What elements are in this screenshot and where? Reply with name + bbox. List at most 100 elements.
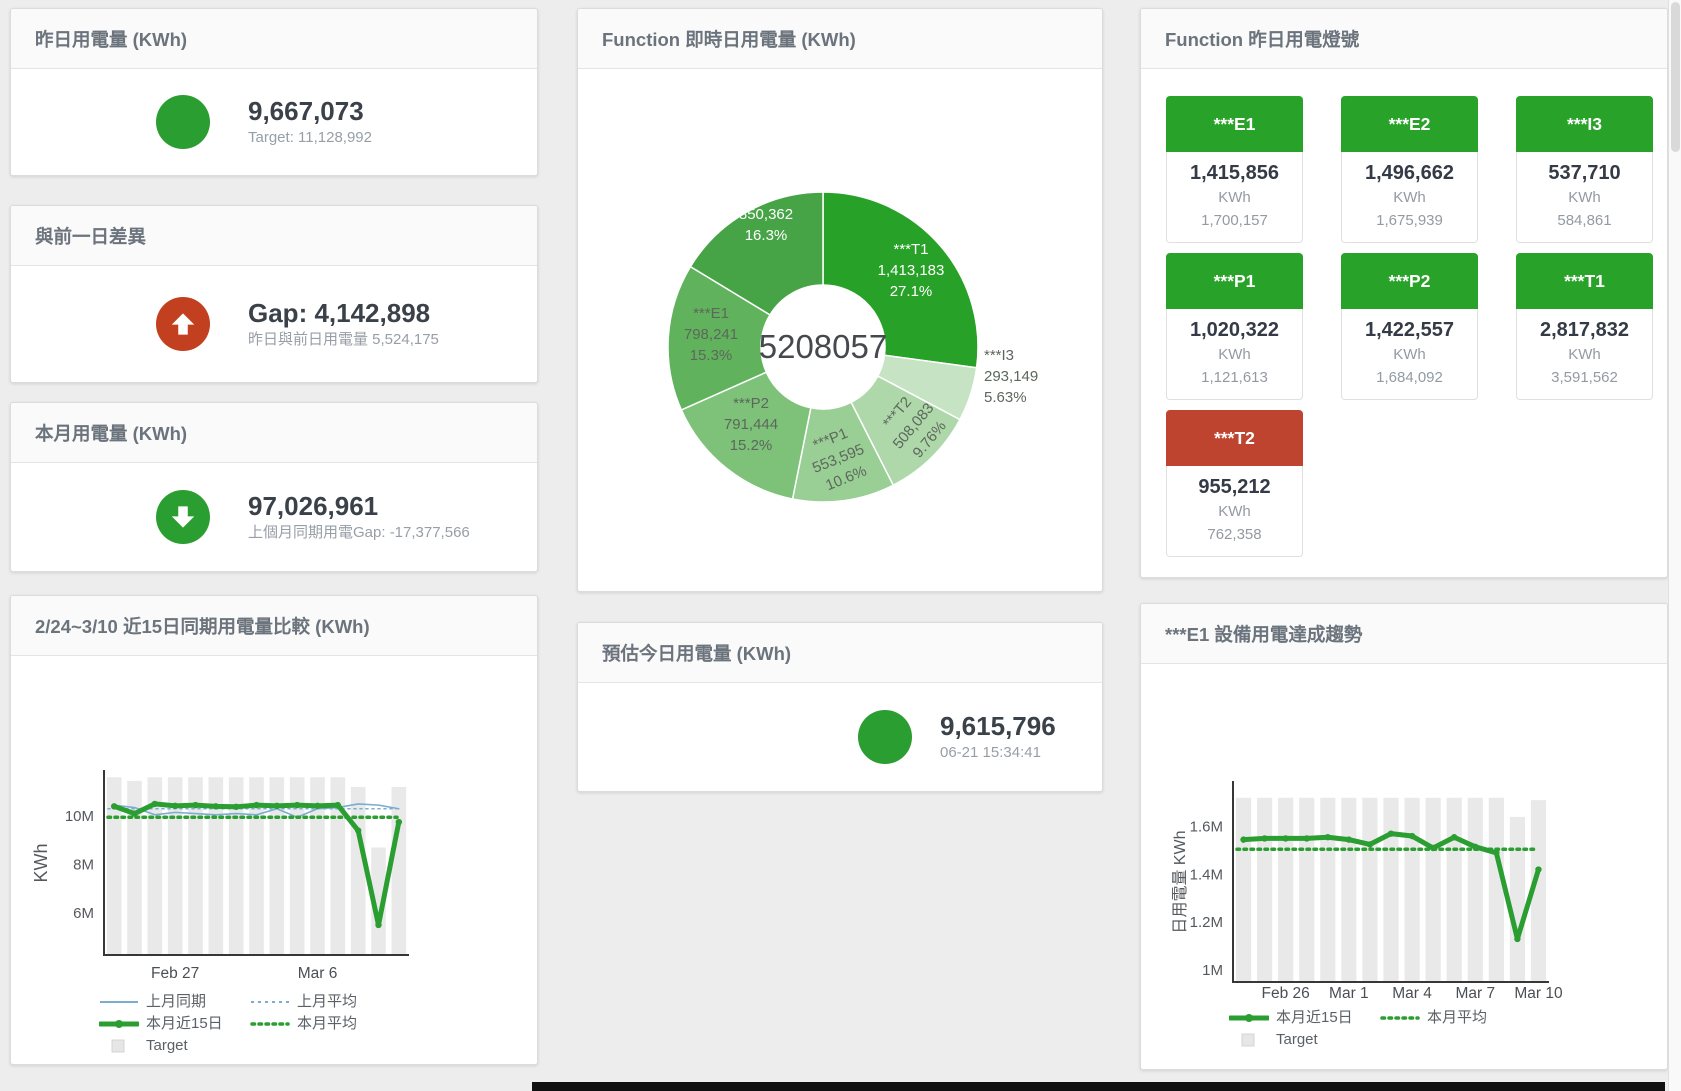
target-bar [1383,798,1398,982]
series-point [1325,834,1331,840]
legend-swatch-line-green-icon [1229,1011,1269,1025]
legend-swatch-square-gray-icon [1229,1033,1269,1047]
panel-header: Function 昨日用電燈號 [1141,9,1667,69]
panel-title-e1-trend: ***E1 設備用電達成趨勢 [1165,621,1362,647]
target-bar [1362,798,1377,982]
series-point [1535,866,1541,872]
legend-item-本月近15日[interactable]: 本月近15日 [99,1014,236,1034]
tile-target-value: 3,591,562 [1517,366,1652,389]
legend-swatch-square-gray-icon [99,1039,139,1053]
legend-item-Target[interactable]: Target [1229,1030,1366,1050]
series-point [1514,936,1520,942]
legend-swatch-line-blue-icon [99,995,139,1009]
series-point [274,803,280,809]
yesterday-usage-target: Target: 11,128,992 [248,127,372,149]
panel-header: 2/24~3/10 近15日同期用電量比較 (KWh) [11,596,537,656]
tile-usage-value: 1,020,322 [1167,318,1302,343]
tile-status-header: ***T1 [1516,253,1653,309]
vertical-scrollbar[interactable] [1668,0,1681,1091]
series-point [335,802,341,808]
tile-target-value: 1,684,092 [1342,366,1477,389]
legend-item-本月平均[interactable]: 本月平均 [1380,1008,1517,1028]
forecast-value: 9,615,796 [940,710,1056,742]
legend-label: Target [1276,1030,1318,1050]
prev-day-gap-value: Gap: 4,142,898 [248,297,439,329]
x-tick-label: Feb 26 [1262,985,1310,1002]
y-axis-label: KWh [31,843,51,882]
y-tick-label: 8M [73,856,94,873]
series-point [375,922,381,928]
legend-swatch-dot-green-icon [1380,1011,1420,1025]
tile-target-value: 1,121,613 [1167,366,1302,389]
tile-target-value: 1,675,939 [1342,209,1477,232]
scrollbar-thumb[interactable] [1671,2,1680,152]
legend-item-本月近15日[interactable]: 本月近15日 [1229,1008,1366,1028]
tile-unit-label: KWh [1167,500,1302,523]
series-point [172,803,178,809]
x-tick-label: Mar 6 [298,965,338,982]
panel-title-prev-day-gap: 與前一日差異 [35,223,146,249]
donut-slice-label: ***I3293,1495.63% [984,347,1038,406]
light-tiles-grid: ***E11,415,856KWh1,700,157***E21,496,662… [1166,96,1667,557]
legend-item-Target[interactable]: Target [99,1036,236,1056]
target-bar [1489,798,1504,982]
series-point [1430,845,1436,851]
legend-label: 本月近15日 [1276,1008,1353,1028]
tile-unit-label: KWh [1517,343,1652,366]
tile-target-value: 762,358 [1167,523,1302,546]
tile-status-header: ***P2 [1341,253,1478,309]
series-point [1388,830,1394,836]
tile-body: 1,020,322KWh1,121,613 [1166,309,1303,400]
series-point [396,819,402,825]
panel-15day-compare-chart: 2/24~3/10 近15日同期用電量比較 (KWh) 6M8M10MFeb 2… [10,595,538,1065]
legend-item-上月同期[interactable]: 上月同期 [99,992,236,1012]
prev-day-gap-stat: Gap: 4,142,898 昨日與前日用電量 5,524,175 [11,266,537,382]
tile-body: 1,496,662KWh1,675,939 [1341,152,1478,243]
legend-item-上月平均[interactable]: 上月平均 [250,992,387,1012]
target-bar [1447,798,1462,982]
series-point [1304,835,1310,841]
light-tile-P2: ***P21,422,557KWh1,684,092 [1341,253,1478,400]
legend-item-本月平均[interactable]: 本月平均 [250,1014,387,1034]
legend-row: Target [99,1036,537,1056]
tile-body: 2,817,832KWh3,591,562 [1516,309,1653,400]
tile-unit-label: KWh [1342,343,1477,366]
green-status-circle-icon [858,710,912,764]
series-point [1367,841,1373,847]
panel-header: ***E1 設備用電達成趨勢 [1141,604,1667,664]
y-tick-label: 6M [73,905,94,922]
legend-label: 上月平均 [297,992,357,1012]
series-point [314,803,320,809]
legend-row: 上月同期 上月平均 [99,992,537,1012]
legend-label: 本月平均 [1427,1008,1487,1028]
y-tick-label: 1M [1202,962,1223,979]
legend-swatch-line-green-icon [99,1017,139,1031]
panel-month-usage: 本月用電量 (KWh) 97,026,961 上個月同期用電Gap: -17,3… [10,402,538,572]
panel-title-forecast: 預估今日用電量 (KWh) [602,640,791,666]
target-bar [1510,817,1525,982]
target-bar [351,787,366,955]
series-point [213,803,219,809]
target-bar [1341,798,1356,982]
realtime-usage-donut-chart: ***T11,413,18327.1%***I3293,1495.63%***T… [578,69,1104,593]
tile-usage-value: 537,710 [1517,161,1652,186]
series-point [253,802,259,808]
series-point [152,801,158,807]
series-point [1346,836,1352,842]
x-tick-label: Mar 1 [1329,985,1369,1002]
tile-body: 537,710KWh584,861 [1516,152,1653,243]
month-stat: 97,026,961 上個月同期用電Gap: -17,377,566 [11,463,537,571]
target-bar [1426,798,1441,982]
legend-label: 本月近15日 [146,1014,223,1034]
y-tick-label: 10M [65,808,94,825]
tile-status-header: ***E1 [1166,96,1303,152]
panel-realtime-donut: Function 即時日用電量 (KWh) ***T11,413,18327.1… [577,8,1103,592]
yesterday-stat: 9,667,073 Target: 11,128,992 [11,69,537,175]
bottom-edge-bar [532,1082,1665,1091]
light-tile-T1: ***T12,817,832KWh3,591,562 [1516,253,1653,400]
series-point [1261,835,1267,841]
panel-title-realtime-donut: Function 即時日用電量 (KWh) [602,26,856,52]
month-usage-value: 97,026,961 [248,490,470,522]
donut-slice-label: ***E2850,36216.3% [739,185,793,244]
series-point [1409,833,1415,839]
